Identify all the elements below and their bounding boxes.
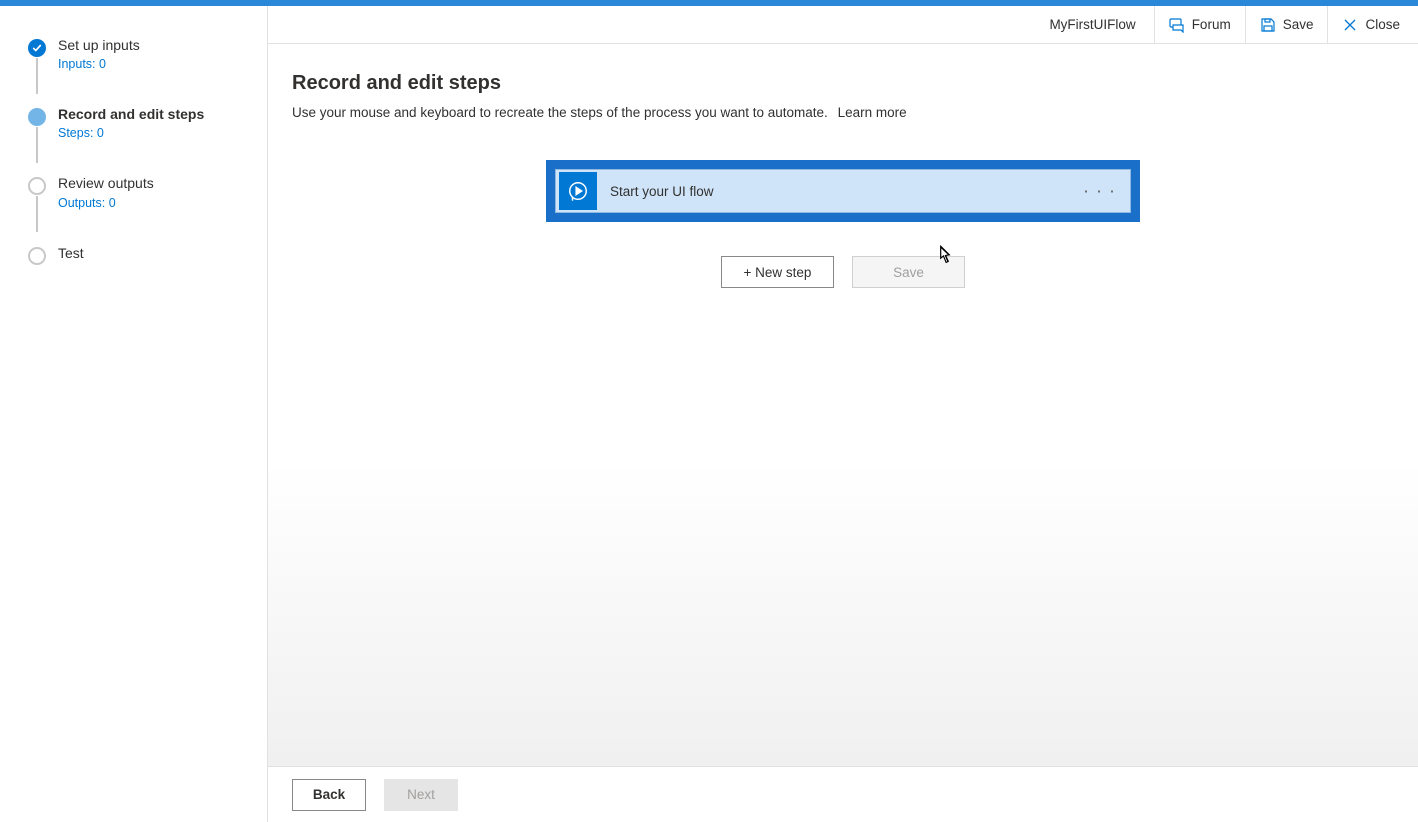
flow-card-container: Start your UI flow · · · [546,160,1140,222]
app-frame: Set up inputs Inputs: 0 Record and edit … [0,6,1418,822]
wizard-footer: Back Next [268,766,1418,822]
new-step-button[interactable]: + New step [721,256,834,288]
page-title: Record and edit steps [292,72,1394,95]
step-title: Review outputs [58,174,247,192]
close-icon [1342,17,1358,33]
step-title: Test [58,244,247,262]
main-panel: MyFirstUIFlow Forum [268,6,1418,822]
save-label: Save [1283,17,1314,32]
step-subtext: Inputs: 0 [58,57,247,71]
step-connector [36,127,38,163]
save-button[interactable]: Save [1245,6,1328,43]
learn-more-link[interactable]: Learn more [838,105,907,120]
step-connector [36,196,38,232]
flow-name-text: MyFirstUIFlow [1049,17,1135,32]
card-menu-icon[interactable]: · · · [1083,181,1116,202]
back-button[interactable]: Back [292,779,366,811]
wizard-step-record-edit[interactable]: Record and edit steps Steps: 0 [28,105,247,140]
wizard-step-test[interactable]: Test [28,244,247,262]
step-title: Set up inputs [58,36,247,54]
page-description: Use your mouse and keyboard to recreate … [292,105,1394,120]
flow-card-label: Start your UI flow [610,184,714,199]
start-ui-flow-card[interactable]: Start your UI flow · · · [555,169,1131,213]
close-button[interactable]: Close [1327,6,1414,43]
step-connector [36,58,38,94]
header-toolbar: MyFirstUIFlow Forum [268,6,1418,44]
wizard-step-review-outputs[interactable]: Review outputs Outputs: 0 [28,174,247,209]
next-button: Next [384,779,458,811]
forum-button[interactable]: Forum [1154,6,1245,43]
current-step-marker [28,108,46,126]
wizard-steps-panel: Set up inputs Inputs: 0 Record and edit … [0,6,268,822]
checkmark-icon [28,39,46,57]
close-label: Close [1365,17,1400,32]
pending-step-marker [28,177,46,195]
forum-icon [1169,17,1185,33]
save-step-button: Save [852,256,965,288]
page-description-text: Use your mouse and keyboard to recreate … [292,105,828,120]
forum-label: Forum [1192,17,1231,32]
step-title: Record and edit steps [58,105,247,123]
step-subtext: Steps: 0 [58,126,247,140]
content-area: Record and edit steps Use your mouse and… [268,44,1418,766]
pending-step-marker [28,247,46,265]
save-icon [1260,17,1276,33]
play-record-icon [559,172,597,210]
step-action-row: + New step Save [292,256,1394,288]
wizard-step-setup-inputs[interactable]: Set up inputs Inputs: 0 [28,36,247,71]
flow-name-label: MyFirstUIFlow [1035,6,1153,43]
step-subtext: Outputs: 0 [58,196,247,210]
flow-card-selection: Start your UI flow · · · [546,160,1140,222]
